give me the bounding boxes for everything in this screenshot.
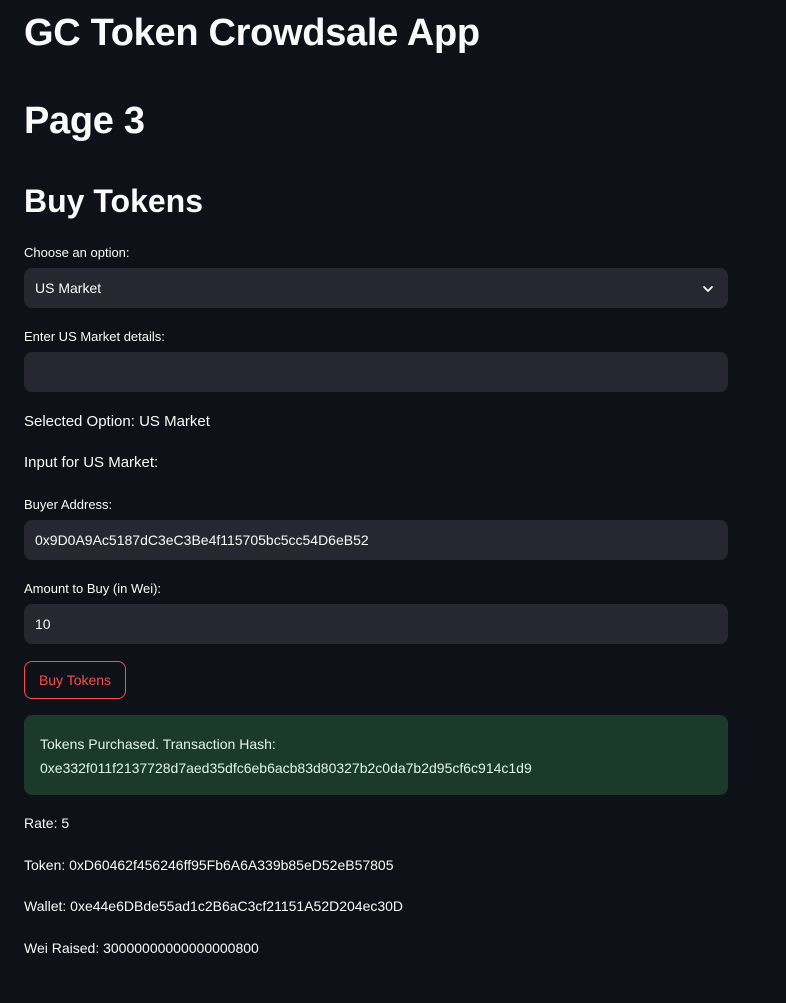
input-for-text: Input for US Market: <box>24 454 159 471</box>
chevron-down-icon <box>703 286 713 292</box>
wei-raised-text: Wei Raised: 30000000000000000800 <box>24 940 259 956</box>
token-text: Token: 0xD60462f456246ff95Fb6A6A339b85eD… <box>24 857 394 873</box>
selected-option-text: Selected Option: US Market <box>24 413 210 430</box>
app-title: GC Token Crowdsale App <box>24 12 480 54</box>
buyer-address-value: 0x9D0A9Ac5187dC3eC3Be4f115705bc5cc54D6eB… <box>35 532 369 548</box>
buyer-address-label: Buyer Address: <box>24 497 113 512</box>
amount-field[interactable]: 10 <box>24 604 728 644</box>
app-page: GC Token Crowdsale App Page 3 Buy Tokens… <box>0 0 786 1003</box>
amount-value: 10 <box>35 616 51 632</box>
success-alert: Tokens Purchased. Transaction Hash: 0xe3… <box>24 715 728 795</box>
section-title: Buy Tokens <box>24 183 203 219</box>
details-input-field[interactable] <box>24 352 728 392</box>
rate-text: Rate: 5 <box>24 815 70 831</box>
option-select-value: US Market <box>35 280 102 296</box>
buy-tokens-button[interactable]: Buy Tokens <box>24 661 126 699</box>
option-select-label: Choose an option: <box>24 245 130 260</box>
success-message: Tokens Purchased. Transaction Hash: <box>40 736 276 752</box>
buyer-address-field[interactable]: 0x9D0A9Ac5187dC3eC3Be4f115705bc5cc54D6eB… <box>24 520 728 560</box>
details-input-label: Enter US Market details: <box>24 329 165 344</box>
transaction-hash: 0xe332f011f2137728d7aed35dfc6eb6acb83d80… <box>40 760 532 776</box>
wallet-text: Wallet: 0xe44e6DBde55ad1c2B6aC3cf21151A5… <box>24 898 404 914</box>
option-select[interactable]: US Market <box>24 268 728 308</box>
details-input[interactable] <box>25 353 727 391</box>
page-title: Page 3 <box>24 100 145 142</box>
amount-label: Amount to Buy (in Wei): <box>24 581 162 596</box>
